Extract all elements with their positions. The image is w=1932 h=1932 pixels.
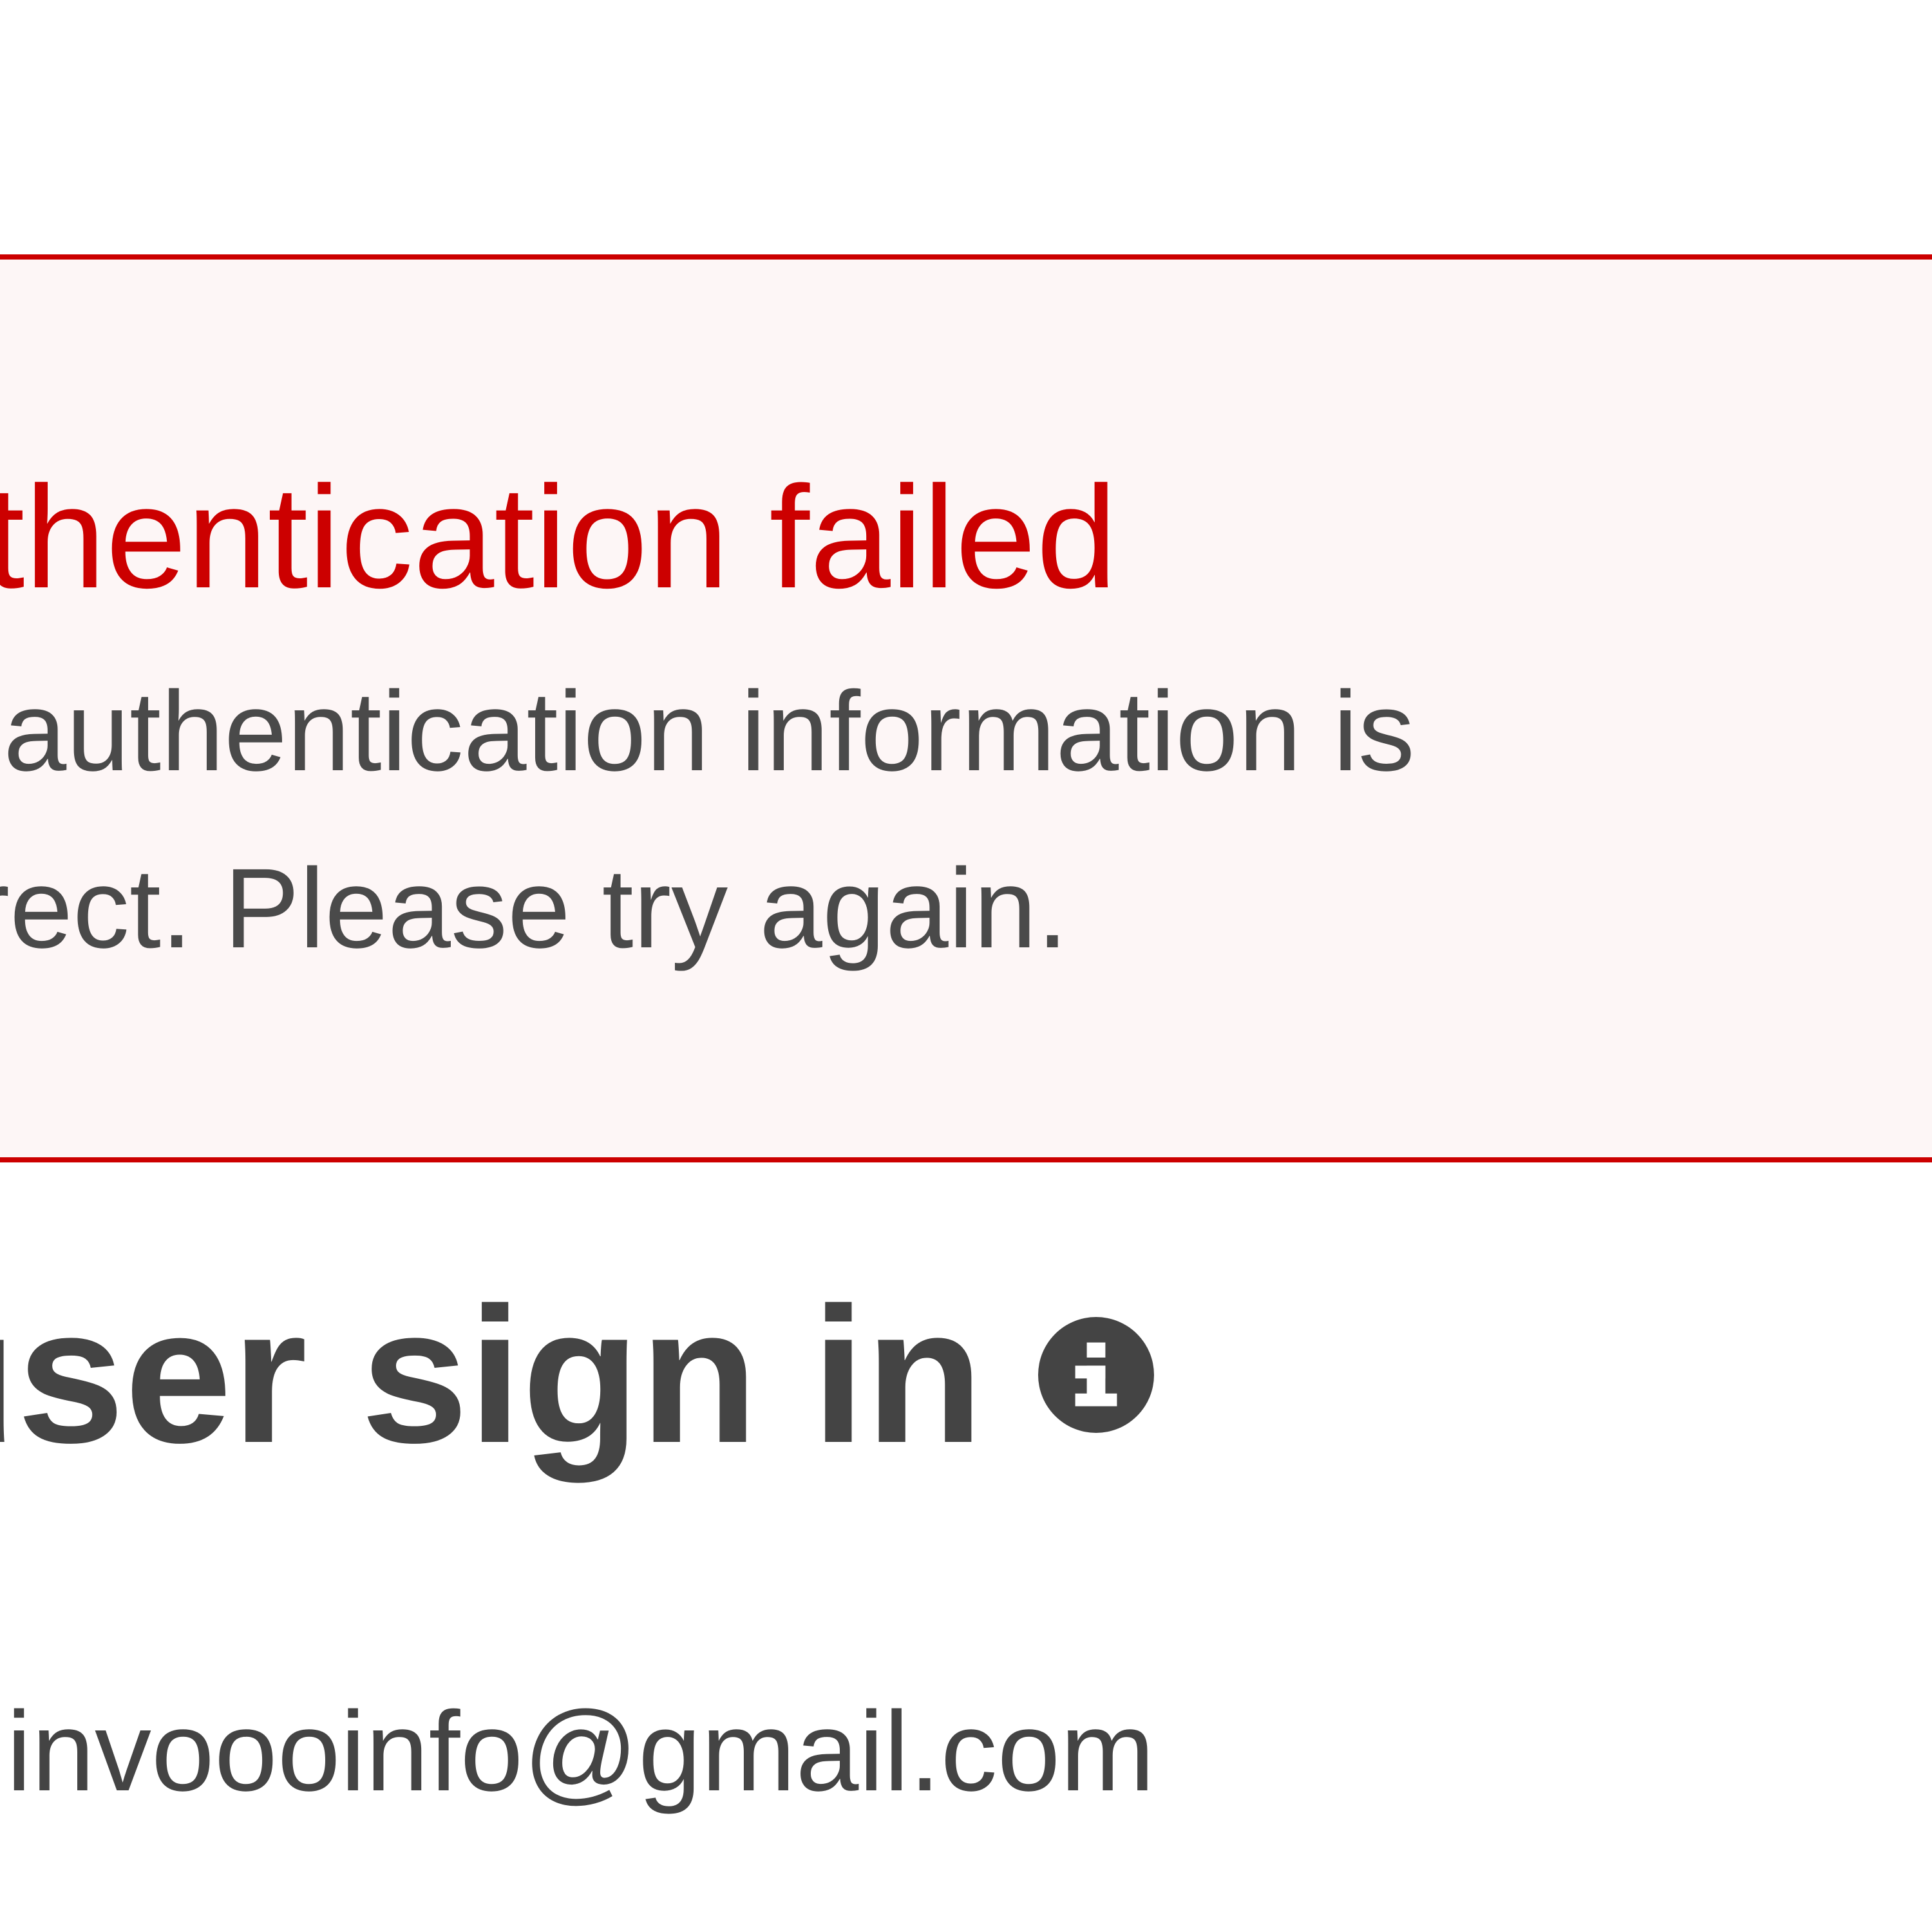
- info-icon[interactable]: [1037, 1317, 1154, 1433]
- page: uthentication failed ur authentication i…: [0, 0, 1932, 1932]
- sign-in-heading: t user sign in: [0, 1278, 1154, 1472]
- alert-title: uthentication failed: [0, 455, 1117, 618]
- error-alert: uthentication failed ur authentication i…: [0, 254, 1932, 1162]
- alert-message-line-2: orrect. Please try again.: [0, 846, 1068, 972]
- alert-message-line-1: ur authentication information is: [0, 668, 1415, 795]
- sign-in-heading-text: t user sign in: [0, 1267, 983, 1483]
- account-email: invoooinfo@gmail.com: [6, 1689, 1155, 1815]
